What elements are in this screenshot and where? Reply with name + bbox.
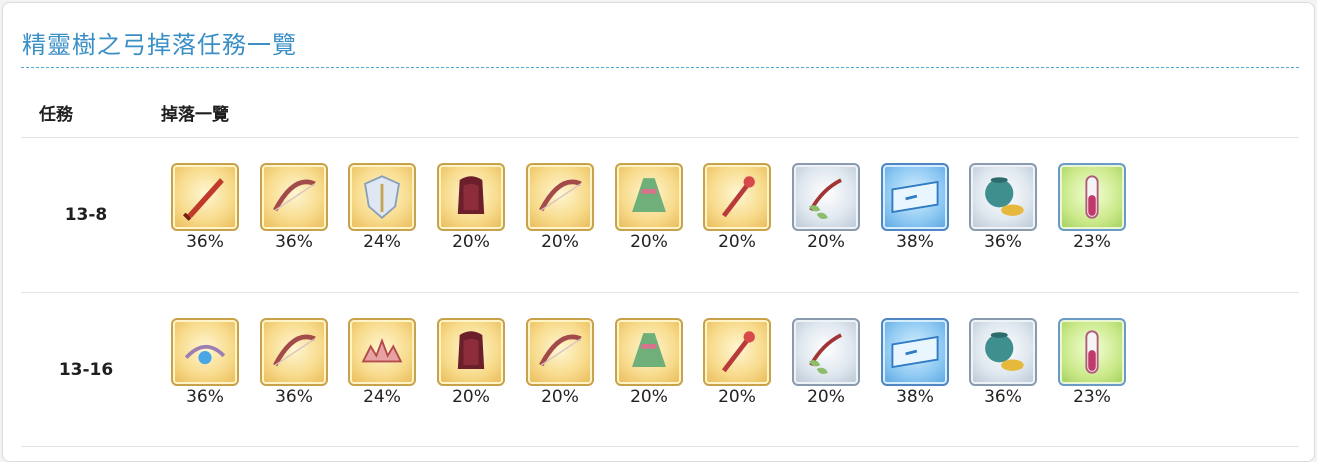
drop-rate: 38% [896, 232, 934, 252]
leaf-ribbon-fragment-icon[interactable] [792, 163, 860, 231]
drop-item[interactable]: 20% [790, 163, 862, 252]
drop-rate: 20% [452, 232, 490, 252]
green-dress-fragment-icon[interactable] [615, 163, 683, 231]
drop-item[interactable]: 20% [790, 318, 862, 407]
drop-rate: 20% [541, 232, 579, 252]
drop-rate: 20% [718, 232, 756, 252]
title-divider [21, 67, 1299, 68]
bow-fragment-icon[interactable] [260, 163, 328, 231]
drop-rate: 36% [186, 232, 224, 252]
blue-ticket-icon[interactable] [881, 318, 949, 386]
drop-item[interactable]: 36% [258, 318, 330, 407]
drop-table-card: 精靈樹之弓掉落任務一覽 任務 掉落一覽 13-8 36% 36% 24% 20% 20%… [2, 2, 1315, 462]
leaf-ribbon-fragment-icon[interactable] [792, 318, 860, 386]
red-staff-fragment-icon[interactable] [703, 318, 771, 386]
drop-item[interactable]: 20% [435, 318, 507, 407]
mana-pot-coins-icon[interactable] [969, 163, 1037, 231]
blue-gem-amulet-fragment-icon[interactable] [171, 318, 239, 386]
drop-item[interactable]: 23% [1056, 163, 1128, 252]
potion-vial-icon[interactable] [1058, 163, 1126, 231]
drop-rate: 36% [275, 232, 313, 252]
bow-fragment-icon[interactable] [260, 318, 328, 386]
quest-label[interactable]: 13-8 [26, 205, 146, 225]
drop-item[interactable]: 38% [879, 318, 951, 407]
drop-rate: 36% [186, 387, 224, 407]
drop-rate: 38% [896, 387, 934, 407]
blue-ticket-icon[interactable] [881, 163, 949, 231]
red-sword-fragment-icon[interactable] [171, 163, 239, 231]
bow-fragment-icon[interactable] [526, 163, 594, 231]
drop-item[interactable]: 24% [346, 163, 418, 252]
drop-rate: 24% [363, 387, 401, 407]
drop-item[interactable]: 20% [613, 318, 685, 407]
drop-item[interactable]: 36% [169, 163, 241, 252]
drop-item[interactable]: 20% [524, 163, 596, 252]
drop-rate: 20% [630, 232, 668, 252]
drop-rate: 20% [541, 387, 579, 407]
drop-rate: 20% [807, 387, 845, 407]
drop-item[interactable]: 20% [701, 163, 773, 252]
bow-fragment-icon[interactable] [526, 318, 594, 386]
drop-item[interactable]: 36% [967, 318, 1039, 407]
drop-item[interactable]: 20% [524, 318, 596, 407]
row-divider [21, 292, 1299, 293]
drop-rate: 36% [275, 387, 313, 407]
drop-item[interactable]: 24% [346, 318, 418, 407]
drop-item[interactable]: 20% [701, 318, 773, 407]
drop-item[interactable]: 36% [967, 163, 1039, 252]
drop-rate: 20% [452, 387, 490, 407]
drop-rate: 24% [363, 232, 401, 252]
drop-item[interactable]: 20% [613, 163, 685, 252]
drop-item[interactable]: 20% [435, 163, 507, 252]
drop-rate: 36% [984, 387, 1022, 407]
drop-item[interactable]: 36% [169, 318, 241, 407]
column-header-drops: 掉落一覽 [161, 105, 229, 125]
drop-item[interactable]: 36% [258, 163, 330, 252]
drop-item[interactable]: 38% [879, 163, 951, 252]
potion-vial-icon[interactable] [1058, 318, 1126, 386]
page-title: 精靈樹之弓掉落任務一覽 [22, 31, 297, 59]
drop-item[interactable]: 23% [1056, 318, 1128, 407]
green-dress-fragment-icon[interactable] [615, 318, 683, 386]
header-divider [21, 137, 1299, 138]
drop-rate: 20% [807, 232, 845, 252]
drop-rate: 20% [630, 387, 668, 407]
drop-rate: 20% [718, 387, 756, 407]
red-staff-fragment-icon[interactable] [703, 163, 771, 231]
mana-pot-coins-icon[interactable] [969, 318, 1037, 386]
drop-rate: 23% [1073, 232, 1111, 252]
dark-cloak-fragment-icon[interactable] [437, 163, 505, 231]
quest-label[interactable]: 13-16 [26, 360, 146, 380]
dark-cloak-fragment-icon[interactable] [437, 318, 505, 386]
column-header-quest: 任務 [39, 105, 73, 125]
row-divider [21, 446, 1299, 447]
drop-rate: 23% [1073, 387, 1111, 407]
tiara-fragment-icon[interactable] [348, 318, 416, 386]
drop-rate: 36% [984, 232, 1022, 252]
shield-fragment-icon[interactable] [348, 163, 416, 231]
